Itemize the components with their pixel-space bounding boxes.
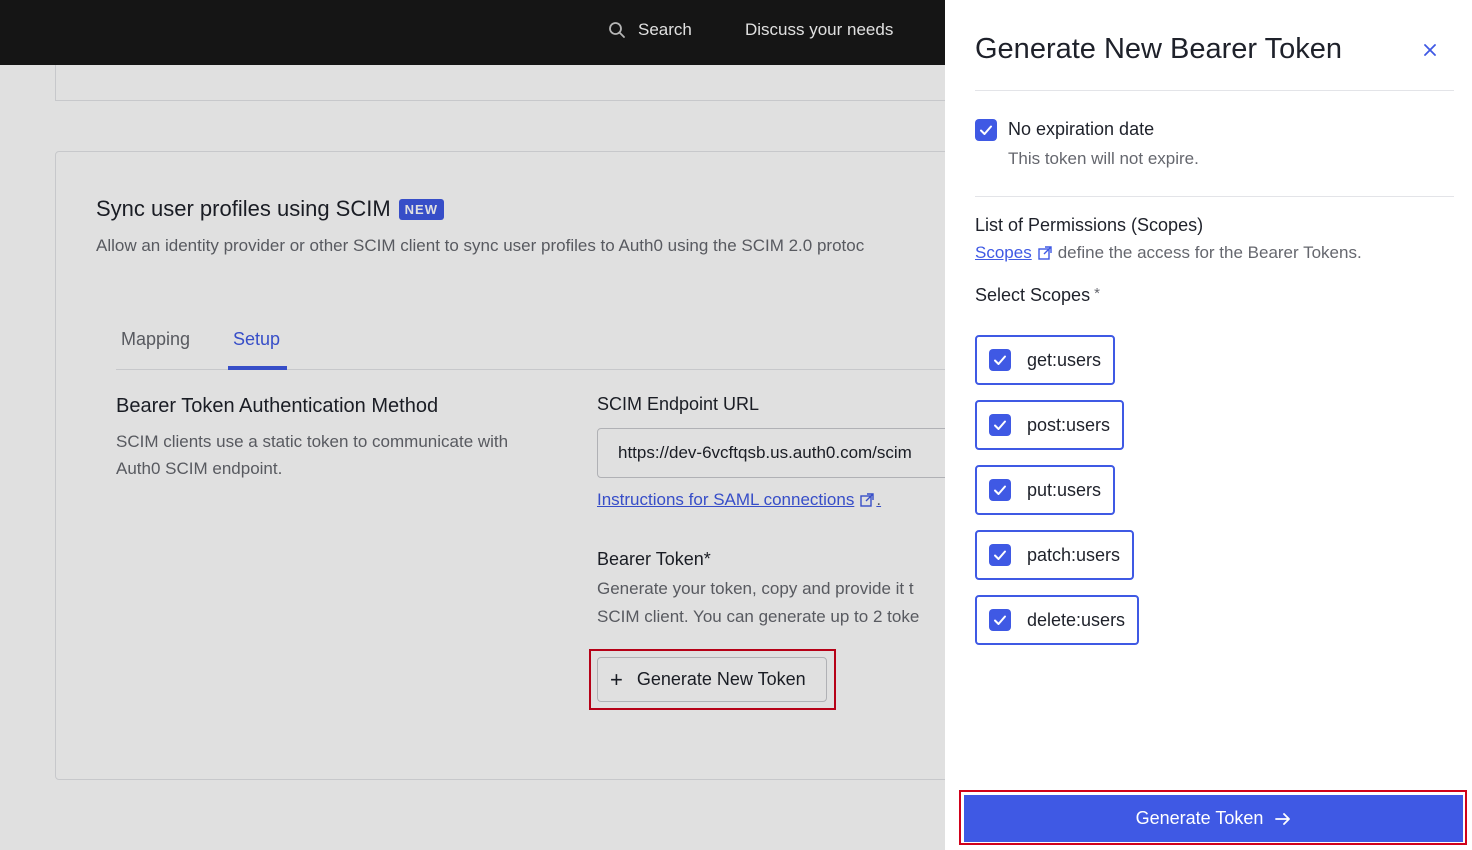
scope-checkbox[interactable]	[989, 414, 1011, 436]
scope-checkbox[interactable]	[989, 609, 1011, 631]
checkmark-icon	[994, 420, 1006, 430]
checkmark-icon	[994, 485, 1006, 495]
scope-label: get:users	[1027, 349, 1102, 370]
permissions-desc-text: define the access for the Bearer Tokens.	[1057, 243, 1362, 262]
scope-put-users[interactable]: put:users	[975, 465, 1116, 515]
checkmark-icon	[994, 550, 1006, 560]
checkmark-icon	[994, 355, 1006, 365]
generate-token-label: Generate Token	[1135, 808, 1264, 828]
arrow-right-icon	[1275, 812, 1291, 825]
scope-delete-users[interactable]: delete:users	[975, 595, 1140, 645]
checkmark-icon	[980, 125, 992, 135]
scope-label: put:users	[1027, 479, 1102, 500]
permissions-description: Scopes define the access for the Bearer …	[975, 243, 1362, 263]
scope-checkbox[interactable]	[989, 349, 1011, 371]
scope-label: delete:users	[1027, 609, 1126, 630]
generate-token-drawer: Generate New Bearer Token No expiration …	[945, 0, 1472, 850]
no-expiration-description: This token will not expire.	[1008, 149, 1199, 168]
permissions-title: List of Permissions (Scopes)	[975, 215, 1204, 235]
drawer-divider	[975, 90, 1454, 91]
scope-patch-users[interactable]: patch:users	[975, 530, 1135, 580]
scope-post-users[interactable]: post:users	[975, 400, 1125, 450]
no-expiration-checkbox[interactable]	[975, 119, 997, 141]
scope-checkbox[interactable]	[989, 479, 1011, 501]
scopes-link[interactable]: Scopes	[975, 243, 1032, 263]
scope-checkbox[interactable]	[989, 544, 1011, 566]
select-scopes-text: Select Scopes	[975, 285, 1091, 305]
close-button[interactable]	[1418, 38, 1442, 62]
scope-label: post:users	[1027, 414, 1111, 435]
required-mark: *	[1094, 285, 1100, 302]
drawer-divider	[975, 196, 1454, 197]
generate-token-button[interactable]: Generate Token	[964, 795, 1463, 842]
external-link-icon	[1038, 246, 1052, 260]
close-icon	[1424, 44, 1436, 56]
drawer-title: Generate New Bearer Token	[975, 33, 1343, 65]
scope-get-users[interactable]: get:users	[975, 335, 1116, 385]
scope-label: patch:users	[1027, 544, 1121, 565]
no-expiration-label[interactable]: No expiration date	[1008, 119, 1154, 140]
checkmark-icon	[994, 615, 1006, 625]
select-scopes-label: Select Scopes *	[975, 285, 1100, 306]
